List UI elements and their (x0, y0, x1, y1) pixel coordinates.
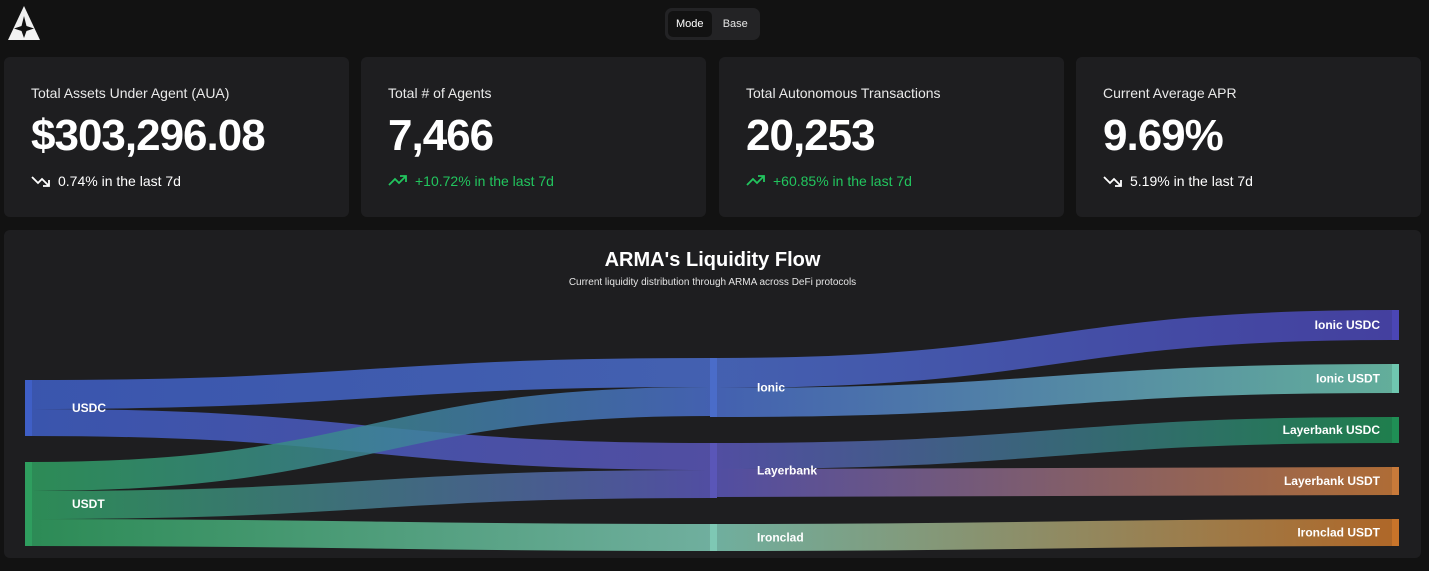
flow-link-ironclad-ironclad_usdt[interactable] (716, 519, 1393, 551)
trend-up-icon (746, 175, 765, 186)
stat-change: 5.19% in the last 7d (1103, 173, 1421, 189)
trend-down-icon (1103, 176, 1122, 187)
stat-title: Total Assets Under Agent (AUA) (31, 85, 230, 101)
stat-card-aua: Total Assets Under Agent (AUA) $303,296.… (4, 57, 349, 217)
flow-node-layerbank_usdt[interactable] (1392, 467, 1399, 495)
stat-card-transactions: Total Autonomous Transactions 20,253 +60… (719, 57, 1064, 217)
flow-node-ionic[interactable] (710, 358, 717, 417)
flow-node-label-ionic_usdc: Ionic USDC (1315, 318, 1381, 332)
stat-card-agents: Total # of Agents 7,466 +10.72% in the l… (361, 57, 706, 217)
flow-node-ionic_usdc[interactable] (1392, 310, 1399, 340)
flow-link-usdt-ironclad[interactable] (31, 519, 711, 551)
liquidity-flow-panel: ARMA's Liquidity Flow Current liquidity … (4, 230, 1421, 558)
flow-node-label-ionic_usdt: Ionic USDT (1316, 372, 1381, 386)
stat-change: +60.85% in the last 7d (746, 173, 1064, 189)
stat-value: 7,466 (388, 111, 494, 160)
flow-node-label-layerbank_usdt: Layerbank USDT (1284, 474, 1381, 488)
stat-value: 9.69% (1103, 111, 1224, 160)
trend-down-icon (31, 176, 50, 187)
stat-change: 0.74% in the last 7d (31, 173, 349, 189)
stat-title: Total Autonomous Transactions (746, 85, 941, 101)
mode-switch: Mode Base (665, 8, 760, 40)
flow-node-label-ionic: Ionic (757, 381, 785, 395)
stat-card-apr: Current Average APR 9.69% 5.19% in the l… (1076, 57, 1421, 217)
liquidity-sankey-chart: USDC USDT Ionic Layerbank Ironclad Ionic USDC… (25, 310, 1399, 551)
stat-change-text: 5.19% in the last 7d (1130, 173, 1253, 189)
stat-title: Current Average APR (1103, 85, 1237, 101)
stat-change-text: +60.85% in the last 7d (773, 173, 912, 189)
mode-option-base[interactable]: Base (714, 11, 758, 37)
stat-change: +10.72% in the last 7d (388, 173, 706, 189)
mode-option-mode[interactable]: Mode (668, 11, 712, 37)
flow-node-layerbank[interactable] (710, 443, 717, 498)
flow-node-label-usdt: USDT (72, 497, 105, 511)
stat-value: $303,296.08 (31, 111, 266, 160)
flow-node-label-usdc: USDC (72, 401, 106, 415)
flow-node-label-ironclad_usdt: Ironclad USDT (1297, 526, 1380, 540)
stat-title: Total # of Agents (388, 85, 492, 101)
stat-change-text: 0.74% in the last 7d (58, 173, 181, 189)
flow-node-label-layerbank_usdc: Layerbank USDC (1283, 423, 1381, 437)
flow-node-usdt[interactable] (25, 462, 32, 546)
flow-node-ironclad[interactable] (710, 524, 717, 551)
flow-node-label-layerbank: Layerbank (757, 464, 817, 478)
flow-node-layerbank_usdc[interactable] (1392, 417, 1399, 443)
flow-node-usdc[interactable] (25, 380, 32, 436)
flow-node-ionic_usdt[interactable] (1392, 364, 1399, 393)
top-bar: Mode Base (0, 0, 1429, 52)
arma-logo-icon[interactable] (6, 4, 42, 44)
flow-node-ironclad_usdt[interactable] (1392, 519, 1399, 546)
trend-up-icon (388, 175, 407, 186)
flow-node-label-ironclad: Ironclad (757, 531, 804, 545)
stat-value: 20,253 (746, 111, 876, 160)
stat-change-text: +10.72% in the last 7d (415, 173, 554, 189)
